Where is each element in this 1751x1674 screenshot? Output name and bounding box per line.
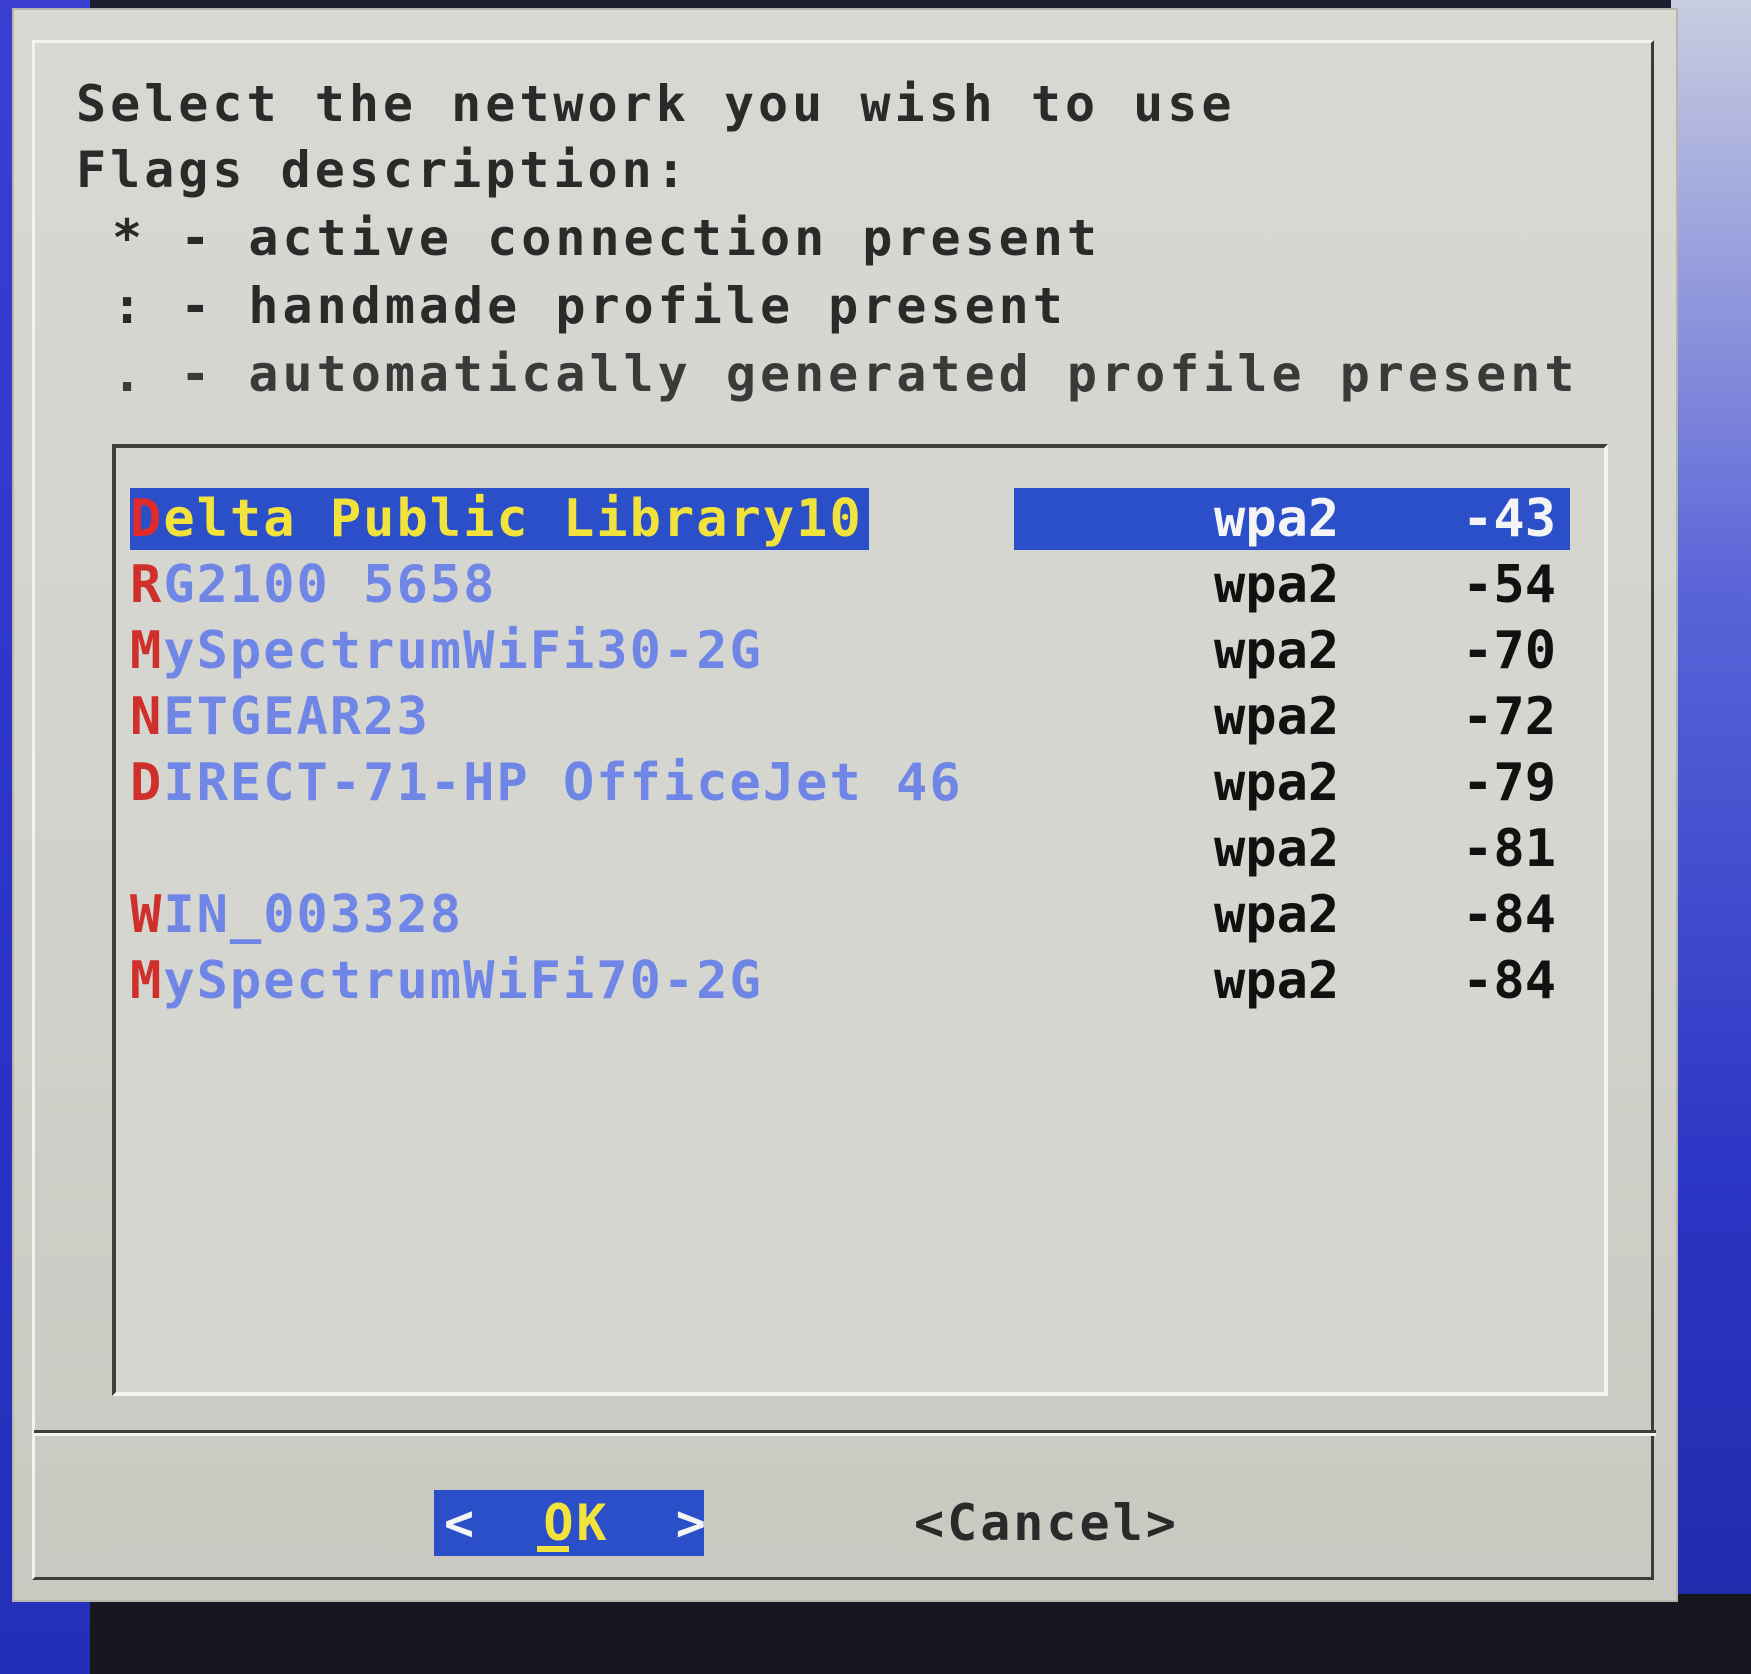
desktop-background-right — [1671, 0, 1751, 1674]
ok-label: OK — [543, 1494, 610, 1552]
network-security: wpa2 — [1214, 687, 1340, 747]
network-security: wpa2 — [1214, 489, 1340, 549]
network-ssid: Delta Public Library10 — [130, 488, 869, 550]
hotkey-letter: M — [130, 951, 164, 1011]
ssid-text: ETGEAR23 — [163, 687, 430, 747]
ssid-text: G2100 5658 — [163, 555, 497, 615]
network-signal: -79 — [1462, 753, 1556, 813]
flag-description: - automatically generated profile presen… — [180, 345, 1579, 403]
network-ssid: DIRECT-71-HP OfficeJet 46 — [130, 752, 963, 814]
network-signal: -43 — [1462, 489, 1556, 549]
network-list[interactable]: Delta Public Library10 wpa2 -43 RG2100 5… — [112, 444, 1608, 1396]
hotkey-letter: D — [130, 753, 164, 813]
network-row[interactable]: RG2100 5658 wpa2 -54 — [130, 554, 1570, 616]
network-ssid: RG2100 5658 — [130, 554, 496, 616]
flag-symbol: * — [112, 209, 147, 267]
network-ssid: MySpectrumWiFi30-2G — [130, 620, 763, 682]
flag-handmade: : - handmade profile present — [112, 274, 1067, 338]
flag-symbol: . — [112, 345, 147, 403]
network-signal: -84 — [1462, 951, 1556, 1011]
network-signal: -72 — [1462, 687, 1556, 747]
hotkey-letter: N — [130, 687, 164, 747]
hotkey-letter: W — [130, 885, 164, 945]
network-ssid: WIN_003328 — [130, 884, 463, 946]
network-row[interactable]: Delta Public Library10 wpa2 -43 — [130, 488, 1570, 550]
ok-hotkey-underline — [537, 1546, 569, 1552]
network-security: wpa2 — [1214, 819, 1340, 879]
flags-title: Flags description: — [76, 141, 690, 199]
network-security: wpa2 — [1214, 885, 1340, 945]
network-row[interactable]: NETGEAR23 wpa2 -72 — [130, 686, 1570, 748]
flag-description: - handmade profile present — [180, 277, 1067, 335]
ssid-text: IN_003328 — [163, 885, 464, 945]
flag-description: - active connection present — [180, 209, 1101, 267]
ssid-text: elta Public Library10 — [163, 489, 863, 549]
network-row[interactable]: DIRECT-71-HP OfficeJet 46 wpa2 -79 — [130, 752, 1570, 814]
network-ssid: NETGEAR23 — [130, 686, 430, 748]
network-signal: -54 — [1462, 555, 1556, 615]
ok-right-bracket: > — [675, 1494, 709, 1552]
hotkey-letter: M — [130, 621, 164, 681]
network-ssid: MySpectrumWiFi70-2G — [130, 950, 763, 1012]
network-select-dialog: Select the network you wish to use Flags… — [14, 10, 1676, 1600]
flag-active: * - active connection present — [112, 206, 1101, 270]
cancel-button[interactable]: <Cancel> — [904, 1490, 1184, 1556]
network-signal: -81 — [1462, 819, 1556, 879]
hotkey-letter: D — [130, 489, 164, 549]
network-security: wpa2 — [1214, 951, 1340, 1011]
desktop-background-bottom — [90, 1594, 1751, 1674]
ssid-text: IRECT-71-HP OfficeJet 46 — [163, 753, 963, 813]
network-security: wpa2 — [1214, 753, 1340, 813]
network-security: wpa2 — [1214, 621, 1340, 681]
flag-auto: . - automatically generated profile pres… — [112, 342, 1578, 406]
ok-left-bracket: < — [444, 1494, 478, 1552]
network-security: wpa2 — [1214, 555, 1340, 615]
button-separator — [34, 1430, 1656, 1436]
network-signal: -84 — [1462, 885, 1556, 945]
network-row[interactable]: WIN_003328 wpa2 -84 — [130, 884, 1570, 946]
flag-symbol: : — [112, 277, 147, 335]
network-signal: -70 — [1462, 621, 1556, 681]
ok-button[interactable]: < OK > — [434, 1490, 706, 1556]
dialog-prompt: Select the network you wish to use — [76, 75, 1236, 133]
network-row[interactable]: MySpectrumWiFi30-2G wpa2 -70 — [130, 620, 1570, 682]
ssid-text: ySpectrumWiFi70-2G — [163, 951, 763, 1011]
network-row[interactable]: MySpectrumWiFi70-2G wpa2 -84 — [130, 950, 1570, 1012]
ssid-text: ySpectrumWiFi30-2G — [163, 621, 763, 681]
hotkey-letter: R — [130, 555, 164, 615]
network-row[interactable]: wpa2 -81 — [130, 818, 1570, 880]
